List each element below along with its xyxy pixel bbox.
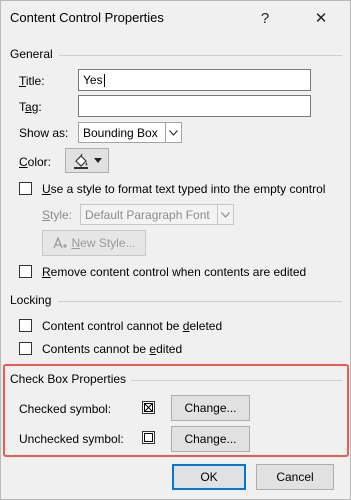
cannot-edit-checkbox[interactable] (19, 342, 32, 355)
help-icon: ? (260, 9, 270, 27)
new-style-button[interactable]: New Style... (42, 230, 146, 256)
title-input-value: Yes (83, 73, 103, 87)
unchecked-symbol-preview (142, 431, 155, 444)
title-label: Title: (19, 74, 45, 88)
dialog-title: Content Control Properties (10, 10, 164, 25)
close-button[interactable]: ✕ (306, 5, 336, 31)
color-label: Color: (19, 155, 52, 169)
checked-symbol-change-button[interactable]: Change... (171, 395, 250, 421)
show-as-select[interactable]: Bounding Box (78, 122, 182, 143)
style-label: Style: (42, 208, 73, 222)
cannot-edit-label: Contents cannot be edited (42, 342, 183, 356)
paint-bucket-icon (72, 152, 90, 170)
style-value: Default Paragraph Font (85, 207, 210, 222)
general-separator (59, 55, 342, 56)
cannot-delete-checkbox[interactable] (19, 319, 32, 332)
tag-input[interactable] (78, 95, 311, 117)
unchecked-symbol-label: Unchecked symbol: (19, 432, 124, 446)
ok-button[interactable]: OK (172, 464, 246, 490)
remove-control-checkbox[interactable] (19, 265, 32, 278)
remove-control-label: Remove content control when contents are… (42, 265, 307, 279)
cancel-button[interactable]: Cancel (256, 464, 334, 490)
checked-symbol-label: Checked symbol: (19, 402, 112, 416)
help-button[interactable]: ? (250, 5, 280, 31)
check-box-properties-separator (131, 380, 342, 381)
chevron-down-icon (217, 205, 233, 224)
locking-group-label: Locking (10, 293, 52, 307)
locking-separator (58, 301, 342, 302)
chevron-down-icon (165, 123, 181, 142)
use-style-checkbox[interactable] (19, 182, 32, 195)
color-picker-button[interactable] (65, 148, 109, 173)
new-style-icon (52, 235, 68, 251)
check-box-properties-label: Check Box Properties (10, 372, 127, 386)
show-as-value: Bounding Box (83, 125, 158, 140)
text-caret (103, 73, 105, 87)
tag-label: Tag: (19, 100, 42, 114)
style-select[interactable]: Default Paragraph Font (80, 204, 234, 225)
cannot-delete-label: Content control cannot be deleted (42, 319, 223, 333)
content-control-properties-dialog: Content Control Properties ? ✕ General T… (0, 0, 351, 500)
unchecked-symbol-change-button[interactable]: Change... (171, 426, 250, 452)
general-group-label: General (10, 47, 53, 61)
title-input[interactable]: Yes (78, 69, 311, 91)
close-icon: ✕ (314, 10, 328, 27)
checked-symbol-preview (142, 401, 155, 414)
show-as-label: Show as: (19, 126, 69, 140)
chevron-down-icon (94, 158, 102, 163)
use-style-label: Use a style to format text typed into th… (42, 182, 326, 196)
